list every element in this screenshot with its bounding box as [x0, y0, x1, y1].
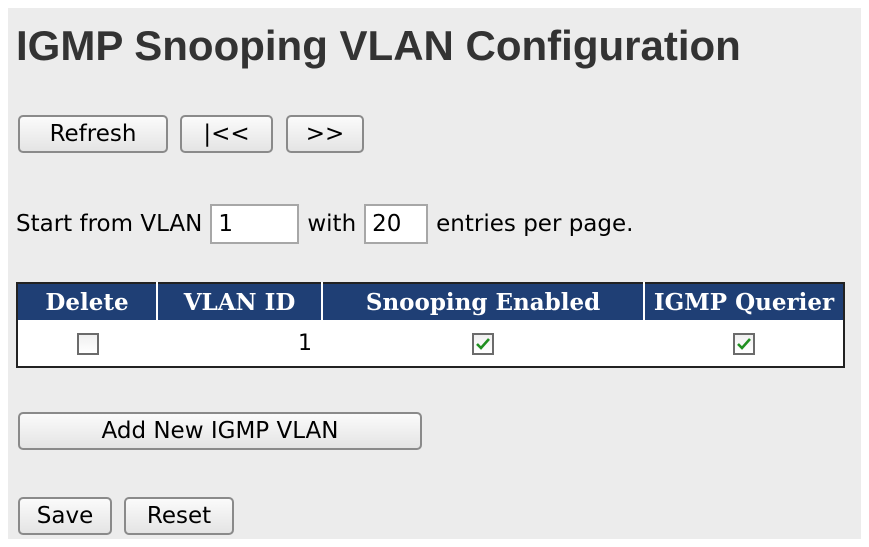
add-new-igmp-vlan-button[interactable]: Add New IGMP VLAN: [18, 412, 422, 450]
refresh-button[interactable]: Refresh: [18, 115, 168, 153]
column-header-vlan-id: VLAN ID: [157, 283, 323, 320]
igmp-querier-checkbox[interactable]: [732, 332, 755, 355]
snooping-enabled-checkbox[interactable]: [472, 332, 494, 355]
column-header-igmp-querier: IGMP Querier: [644, 283, 844, 320]
start-from-label: Start from VLAN: [16, 211, 203, 237]
paging-row: Start from VLAN with entries per page.: [16, 204, 633, 244]
entries-per-page-label: entries per page.: [436, 211, 634, 237]
table-header-row: Delete VLAN ID Snooping Enabled IGMP Que…: [17, 283, 844, 320]
entries-per-page-input[interactable]: [364, 204, 429, 244]
delete-cell: [17, 320, 157, 367]
snooping-enabled-cell: [322, 320, 644, 367]
igmp-vlan-table: Delete VLAN ID Snooping Enabled IGMP Que…: [16, 282, 845, 368]
next-page-button[interactable]: >>: [286, 115, 364, 153]
with-label: with: [307, 211, 357, 237]
igmp-querier-cell: [644, 320, 844, 367]
column-header-delete: Delete: [17, 283, 158, 320]
start-vlan-input[interactable]: [210, 204, 300, 244]
delete-checkbox[interactable]: [76, 332, 99, 355]
first-page-button[interactable]: |<<: [180, 115, 273, 153]
vlan-id-cell: 1: [298, 330, 312, 356]
check-icon: [736, 337, 751, 350]
page-container: IGMP Snooping VLAN Configuration Refresh…: [8, 8, 861, 539]
table-row: 1: [17, 320, 844, 367]
reset-button[interactable]: Reset: [124, 497, 234, 535]
check-icon: [476, 337, 490, 350]
save-button[interactable]: Save: [18, 497, 112, 535]
page-title: IGMP Snooping VLAN Configuration: [16, 22, 741, 69]
column-header-snooping-enabled: Snooping Enabled: [322, 283, 645, 320]
